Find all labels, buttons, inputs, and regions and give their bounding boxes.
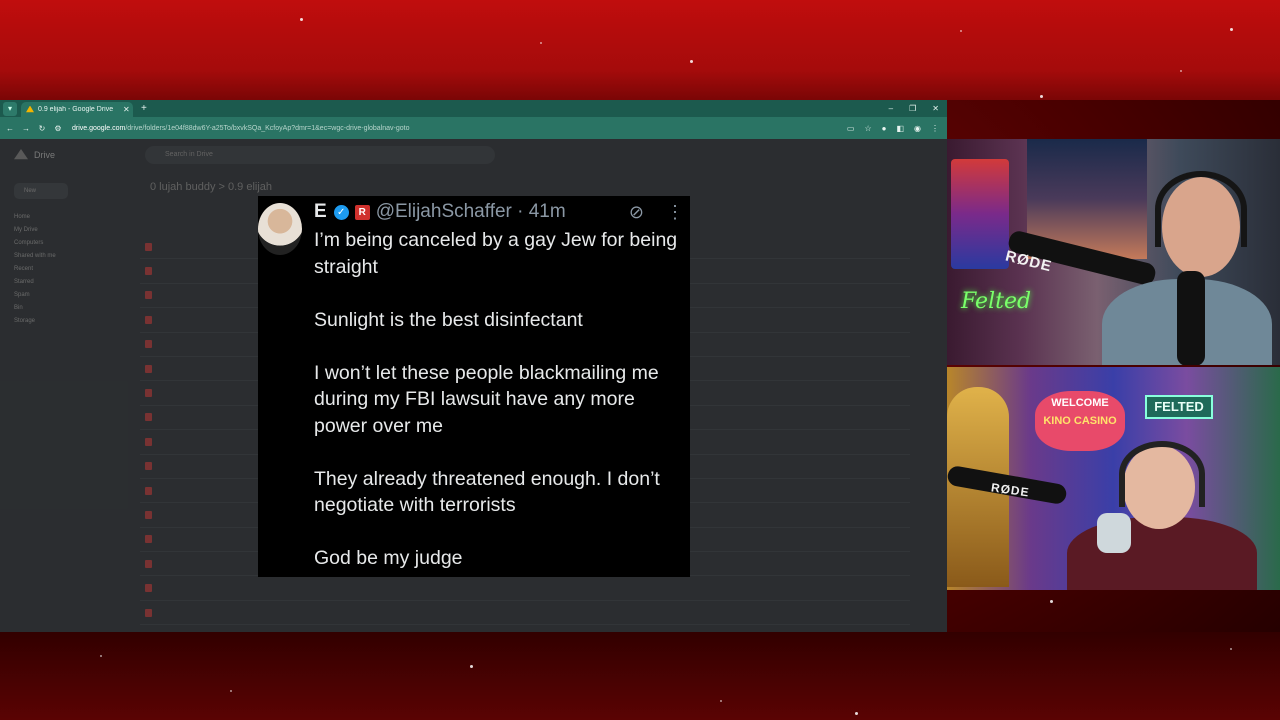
restore-icon[interactable]: ❐ [909, 104, 916, 113]
drive-favicon-icon [26, 105, 34, 113]
profile-avatar-icon[interactable]: ◉ [914, 124, 921, 133]
more-options-icon[interactable]: ⋮ [666, 202, 684, 223]
back-icon[interactable]: ← [4, 124, 16, 133]
extensions-puzzle-icon[interactable]: ◧ [896, 124, 904, 133]
tweet-author-name[interactable]: E [314, 201, 327, 223]
grok-icon[interactable]: ⊘ [629, 202, 644, 223]
minimize-icon[interactable]: – [889, 104, 893, 113]
window-controls: – ❐ ✕ [889, 104, 947, 113]
new-tab-icon[interactable]: + [141, 103, 147, 114]
extension-icon[interactable]: ● [882, 124, 887, 133]
forward-icon[interactable]: → [20, 124, 32, 133]
arcade-cabinet [951, 159, 1009, 269]
tweet-header: E ✓ R @ElijahSchaffer · 41m ⊘ ⋮ [314, 201, 684, 223]
avatar[interactable] [258, 203, 302, 255]
toolbar-icons: ▭ ☆ ● ◧ ◉ ⋮ [847, 124, 947, 133]
headset [1155, 171, 1247, 247]
tab-title: 0.9 elijah - Google Drive [38, 106, 114, 113]
background-bottom-band [0, 632, 1280, 720]
menu-kebab-icon[interactable]: ⋮ [931, 124, 939, 133]
url-field[interactable]: drive.google.com/drive/folders/1e04f88dw… [72, 125, 410, 132]
tweet-text: I’m being canceled by a gay Jew for bein… [314, 227, 690, 577]
bookmark-star-icon[interactable]: ☆ [864, 124, 871, 133]
tab-search-button[interactable]: ▾ [3, 101, 17, 116]
tweet-paragraph: I won’t let these people blackmailing me… [314, 361, 659, 437]
tweet-paragraph: I’m being canceled by a gay Jew for bein… [314, 229, 678, 278]
url-path: /drive/folders/1e04f88dw6Y-a25To/bxvkSQa… [125, 124, 410, 132]
close-window-icon[interactable]: ✕ [932, 104, 939, 113]
background-top-band [0, 0, 1280, 100]
tweet-paragraph: Sunlight is the best disinfectant [314, 308, 583, 331]
reload-icon[interactable]: ↻ [36, 124, 48, 133]
felted-sign: FELTED [1145, 395, 1213, 419]
site-info-icon[interactable]: ⚙ [52, 124, 64, 133]
casino-text: KINO CASINO [1043, 415, 1117, 427]
microphone-body [1097, 513, 1131, 553]
tweet-handle-time[interactable]: @ElijahSchaffer · 41m [376, 201, 566, 223]
tab-strip: ▾ 0.9 elijah - Google Drive ✕ + – ❐ ✕ [0, 100, 947, 117]
tab-google-drive[interactable]: 0.9 elijah - Google Drive ✕ [21, 102, 133, 117]
address-bar: ← → ↻ ⚙ drive.google.com/drive/folders/1… [0, 117, 947, 139]
affiliate-badge-icon: R [354, 204, 370, 220]
tweet-paragraph: God be my judge [314, 547, 463, 569]
tweet-card: E ✓ R @ElijahSchaffer · 41m ⊘ ⋮ I’m bein… [258, 196, 690, 577]
url-host: drive.google.com [72, 124, 126, 132]
close-tab-icon[interactable]: ✕ [123, 105, 133, 114]
headset [1119, 441, 1205, 507]
microphone-body [1177, 271, 1205, 365]
verified-badge-icon: ✓ [333, 204, 349, 220]
install-app-icon[interactable]: ▭ [847, 124, 855, 133]
tweet-paragraph: They already threatened enough. I don’t … [314, 467, 660, 517]
neon-sign: Felted [961, 289, 1032, 314]
webcam-bottom: WELCOME KINO CASINO FELTED RØDE [947, 367, 1280, 590]
welcome-sign: WELCOME KINO CASINO [1035, 391, 1125, 451]
webcam-top: Felted RØDE [947, 139, 1280, 365]
tweet-header-icons: ⊘ ⋮ [629, 202, 684, 223]
welcome-text: WELCOME [1051, 397, 1109, 409]
